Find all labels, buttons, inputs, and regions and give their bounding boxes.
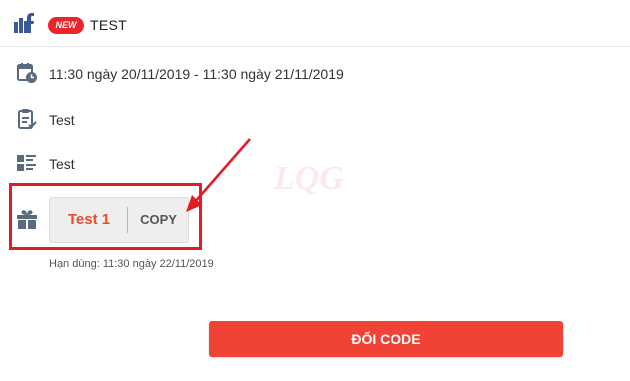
expiry-text: Hạn dùng: 11:30 ngày 22/11/2019 — [49, 258, 214, 270]
description-text: Test — [49, 156, 75, 172]
page-title: TEST — [90, 17, 127, 33]
clipboard-check-icon — [16, 108, 38, 130]
new-badge: NEW — [48, 17, 84, 34]
event-time-range: 11:30 ngày 20/11/2019 - 11:30 ngày 21/11… — [49, 66, 344, 82]
calendar-clock-icon — [16, 62, 38, 84]
redeem-code-button[interactable]: ĐỔI CODE — [209, 321, 563, 357]
rules-text: Test — [49, 112, 75, 128]
header-divider — [0, 46, 630, 47]
facebook-icon — [13, 12, 35, 34]
watermark-logo: LQG — [274, 160, 344, 197]
annotation-highlight-box — [9, 183, 202, 250]
list-details-icon — [16, 152, 38, 174]
